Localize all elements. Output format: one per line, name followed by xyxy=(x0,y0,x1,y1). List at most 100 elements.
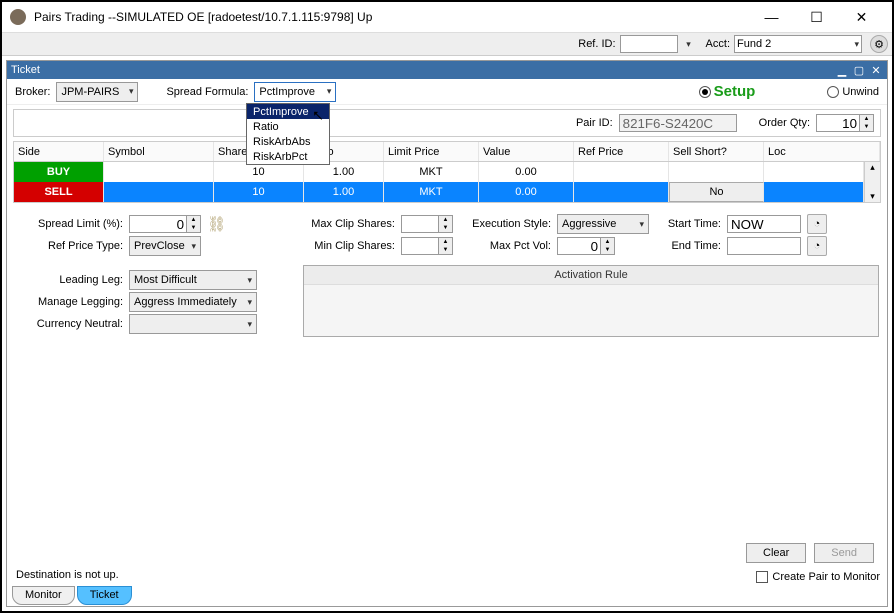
col-header-sellshort[interactable]: Sell Short? xyxy=(669,142,764,161)
side-cell-buy[interactable]: BUY xyxy=(14,162,104,182)
tab-ticket[interactable]: Ticket xyxy=(77,586,132,605)
col-header-refprice[interactable]: Ref Price xyxy=(574,142,669,161)
ref-id-label: Ref. ID: xyxy=(578,38,615,50)
start-time-label: Start Time: xyxy=(659,218,721,230)
currency-neutral-select[interactable]: ▾ xyxy=(129,314,257,334)
spread-formula-dropdown[interactable]: PctImprove Ratio RiskArbAbs RiskArbPct ⭦ xyxy=(246,103,330,165)
ref-id-dropdown[interactable]: ▾ xyxy=(682,36,696,52)
settings-gear-icon[interactable]: ⚙ xyxy=(870,35,888,53)
setup-radio[interactable]: Setup xyxy=(699,83,756,100)
ratio-cell[interactable]: 1.00 xyxy=(304,182,384,202)
start-time-clock-icon[interactable]: ◔ xyxy=(807,214,827,234)
end-time-clock-icon[interactable]: ◔ xyxy=(807,236,827,256)
spinner[interactable]: ▲▼ xyxy=(439,215,453,233)
leading-leg-select[interactable]: Most Difficult ▾ xyxy=(129,270,257,290)
start-time-input[interactable] xyxy=(727,215,801,233)
shares-cell[interactable]: 10 xyxy=(214,162,304,182)
clear-button[interactable]: Clear xyxy=(746,543,806,563)
value-cell[interactable]: 0.00 xyxy=(479,162,574,182)
min-clip-input[interactable]: ▲▼ xyxy=(401,237,453,255)
refprice-cell[interactable] xyxy=(574,162,669,182)
pair-id-label: Pair ID: xyxy=(576,117,613,129)
account-bar: Ref. ID: ▾ Acct: Fund 2 ▾ ⚙ xyxy=(2,32,892,56)
shares-cell[interactable]: 10 xyxy=(214,182,304,202)
sellshort-cell[interactable]: No xyxy=(669,182,764,202)
leading-leg-label: Leading Leg: xyxy=(15,274,123,286)
spread-limit-spinner[interactable]: ▲▼ xyxy=(187,215,201,233)
spread-formula-select[interactable]: PctImprove ▾ xyxy=(254,82,336,102)
create-pair-checkbox[interactable]: Create Pair to Monitor xyxy=(756,571,880,583)
ref-price-type-select[interactable]: PrevClose ▾ xyxy=(129,236,201,256)
broker-value: JPM-PAIRS xyxy=(61,86,119,98)
panel-minimize-icon[interactable]: ▁ xyxy=(835,64,849,76)
spread-limit-input[interactable]: ▲▼ xyxy=(129,215,201,233)
col-header-symbol[interactable]: Symbol xyxy=(104,142,214,161)
col-header-value[interactable]: Value xyxy=(479,142,574,161)
spinner[interactable]: ▲▼ xyxy=(439,237,453,255)
exec-style-select[interactable]: Aggressive ▾ xyxy=(557,214,649,234)
ratio-cell[interactable]: 1.00 xyxy=(304,162,384,182)
col-header-limit[interactable]: Limit Price xyxy=(384,142,479,161)
spread-formula-label: Spread Formula: xyxy=(166,86,248,98)
minimize-button[interactable]: — xyxy=(749,3,794,31)
currency-neutral-label: Currency Neutral: xyxy=(15,318,123,330)
max-clip-input[interactable]: ▲▼ xyxy=(401,215,453,233)
spread-formula-value: PctImprove xyxy=(259,86,315,98)
tab-monitor[interactable]: Monitor xyxy=(12,586,75,605)
window-titlebar: Pairs Trading --SIMULATED OE [radoetest/… xyxy=(2,2,892,32)
chevron-down-icon: ▾ xyxy=(639,219,644,230)
sellshort-cell[interactable] xyxy=(669,162,764,182)
ref-id-input[interactable] xyxy=(620,35,678,53)
side-cell-sell[interactable]: SELL xyxy=(14,182,104,202)
pair-id-input[interactable] xyxy=(619,114,737,132)
order-qty-spinner[interactable]: ▲▼ xyxy=(860,114,874,132)
limit-cell[interactable]: MKT xyxy=(384,162,479,182)
value-cell[interactable]: 0.00 xyxy=(479,182,574,202)
manage-legging-select[interactable]: Aggress Immediately ▾ xyxy=(129,292,257,312)
exec-style-value: Aggressive xyxy=(562,218,616,230)
max-pct-vol-input[interactable]: ▲▼ xyxy=(557,237,615,255)
spread-formula-option-pctimprove[interactable]: PctImprove xyxy=(247,104,329,119)
chevron-down-icon: ▾ xyxy=(247,319,252,330)
checkbox-box-icon xyxy=(756,571,768,583)
end-time-input[interactable] xyxy=(727,237,801,255)
bottom-tab-bar: Monitor Ticket xyxy=(12,588,134,607)
refprice-cell[interactable] xyxy=(574,182,669,202)
grid-scrollbar[interactable]: ▴ ▾ xyxy=(864,162,880,202)
spread-formula-option-riskarbabs[interactable]: RiskArbAbs xyxy=(247,134,329,149)
spread-formula-option-riskarbpct[interactable]: RiskArbPct xyxy=(247,149,329,164)
symbol-cell[interactable] xyxy=(104,182,214,202)
chevron-down-icon: ▾ xyxy=(327,86,332,97)
close-button[interactable]: ✕ xyxy=(839,3,884,31)
col-header-side[interactable]: Side xyxy=(14,142,104,161)
broker-select[interactable]: JPM-PAIRS ▾ xyxy=(56,82,138,102)
send-button[interactable]: Send xyxy=(814,543,874,563)
panel-close-icon[interactable]: ✕ xyxy=(869,64,883,76)
panel-maximize-icon[interactable]: ▢ xyxy=(852,64,866,76)
unwind-radio[interactable]: Unwind xyxy=(827,86,879,98)
order-qty-input[interactable]: ▲▼ xyxy=(816,114,874,132)
link-icon[interactable]: ⛓ xyxy=(207,215,226,233)
spinner[interactable]: ▲▼ xyxy=(601,237,615,255)
table-row[interactable]: SELL 10 1.00 MKT 0.00 No xyxy=(14,182,864,202)
scroll-up-icon[interactable]: ▴ xyxy=(870,162,875,173)
chevron-down-icon: ▾ xyxy=(854,39,859,50)
spread-limit-label: Spread Limit (%): xyxy=(15,218,123,230)
symbol-cell[interactable] xyxy=(104,162,214,182)
end-time-label: End Time: xyxy=(659,240,721,252)
activation-rule-panel: Activation Rule xyxy=(303,265,879,337)
order-qty-label: Order Qty: xyxy=(759,117,810,129)
acct-select[interactable]: Fund 2 ▾ xyxy=(734,35,862,53)
loc-cell[interactable] xyxy=(764,182,864,202)
scroll-down-icon[interactable]: ▾ xyxy=(870,191,875,202)
col-header-loc[interactable]: Loc xyxy=(764,142,880,161)
spread-formula-option-ratio[interactable]: Ratio xyxy=(247,119,329,134)
radio-dot-icon xyxy=(827,86,839,98)
ref-price-type-value: PrevClose xyxy=(134,240,185,252)
maximize-button[interactable]: ☐ xyxy=(794,3,839,31)
loc-cell[interactable] xyxy=(764,162,864,182)
chevron-down-icon: ▾ xyxy=(247,275,252,286)
limit-cell[interactable]: MKT xyxy=(384,182,479,202)
table-row[interactable]: BUY 10 1.00 MKT 0.00 xyxy=(14,162,864,182)
manage-legging-value: Aggress Immediately xyxy=(134,296,237,308)
